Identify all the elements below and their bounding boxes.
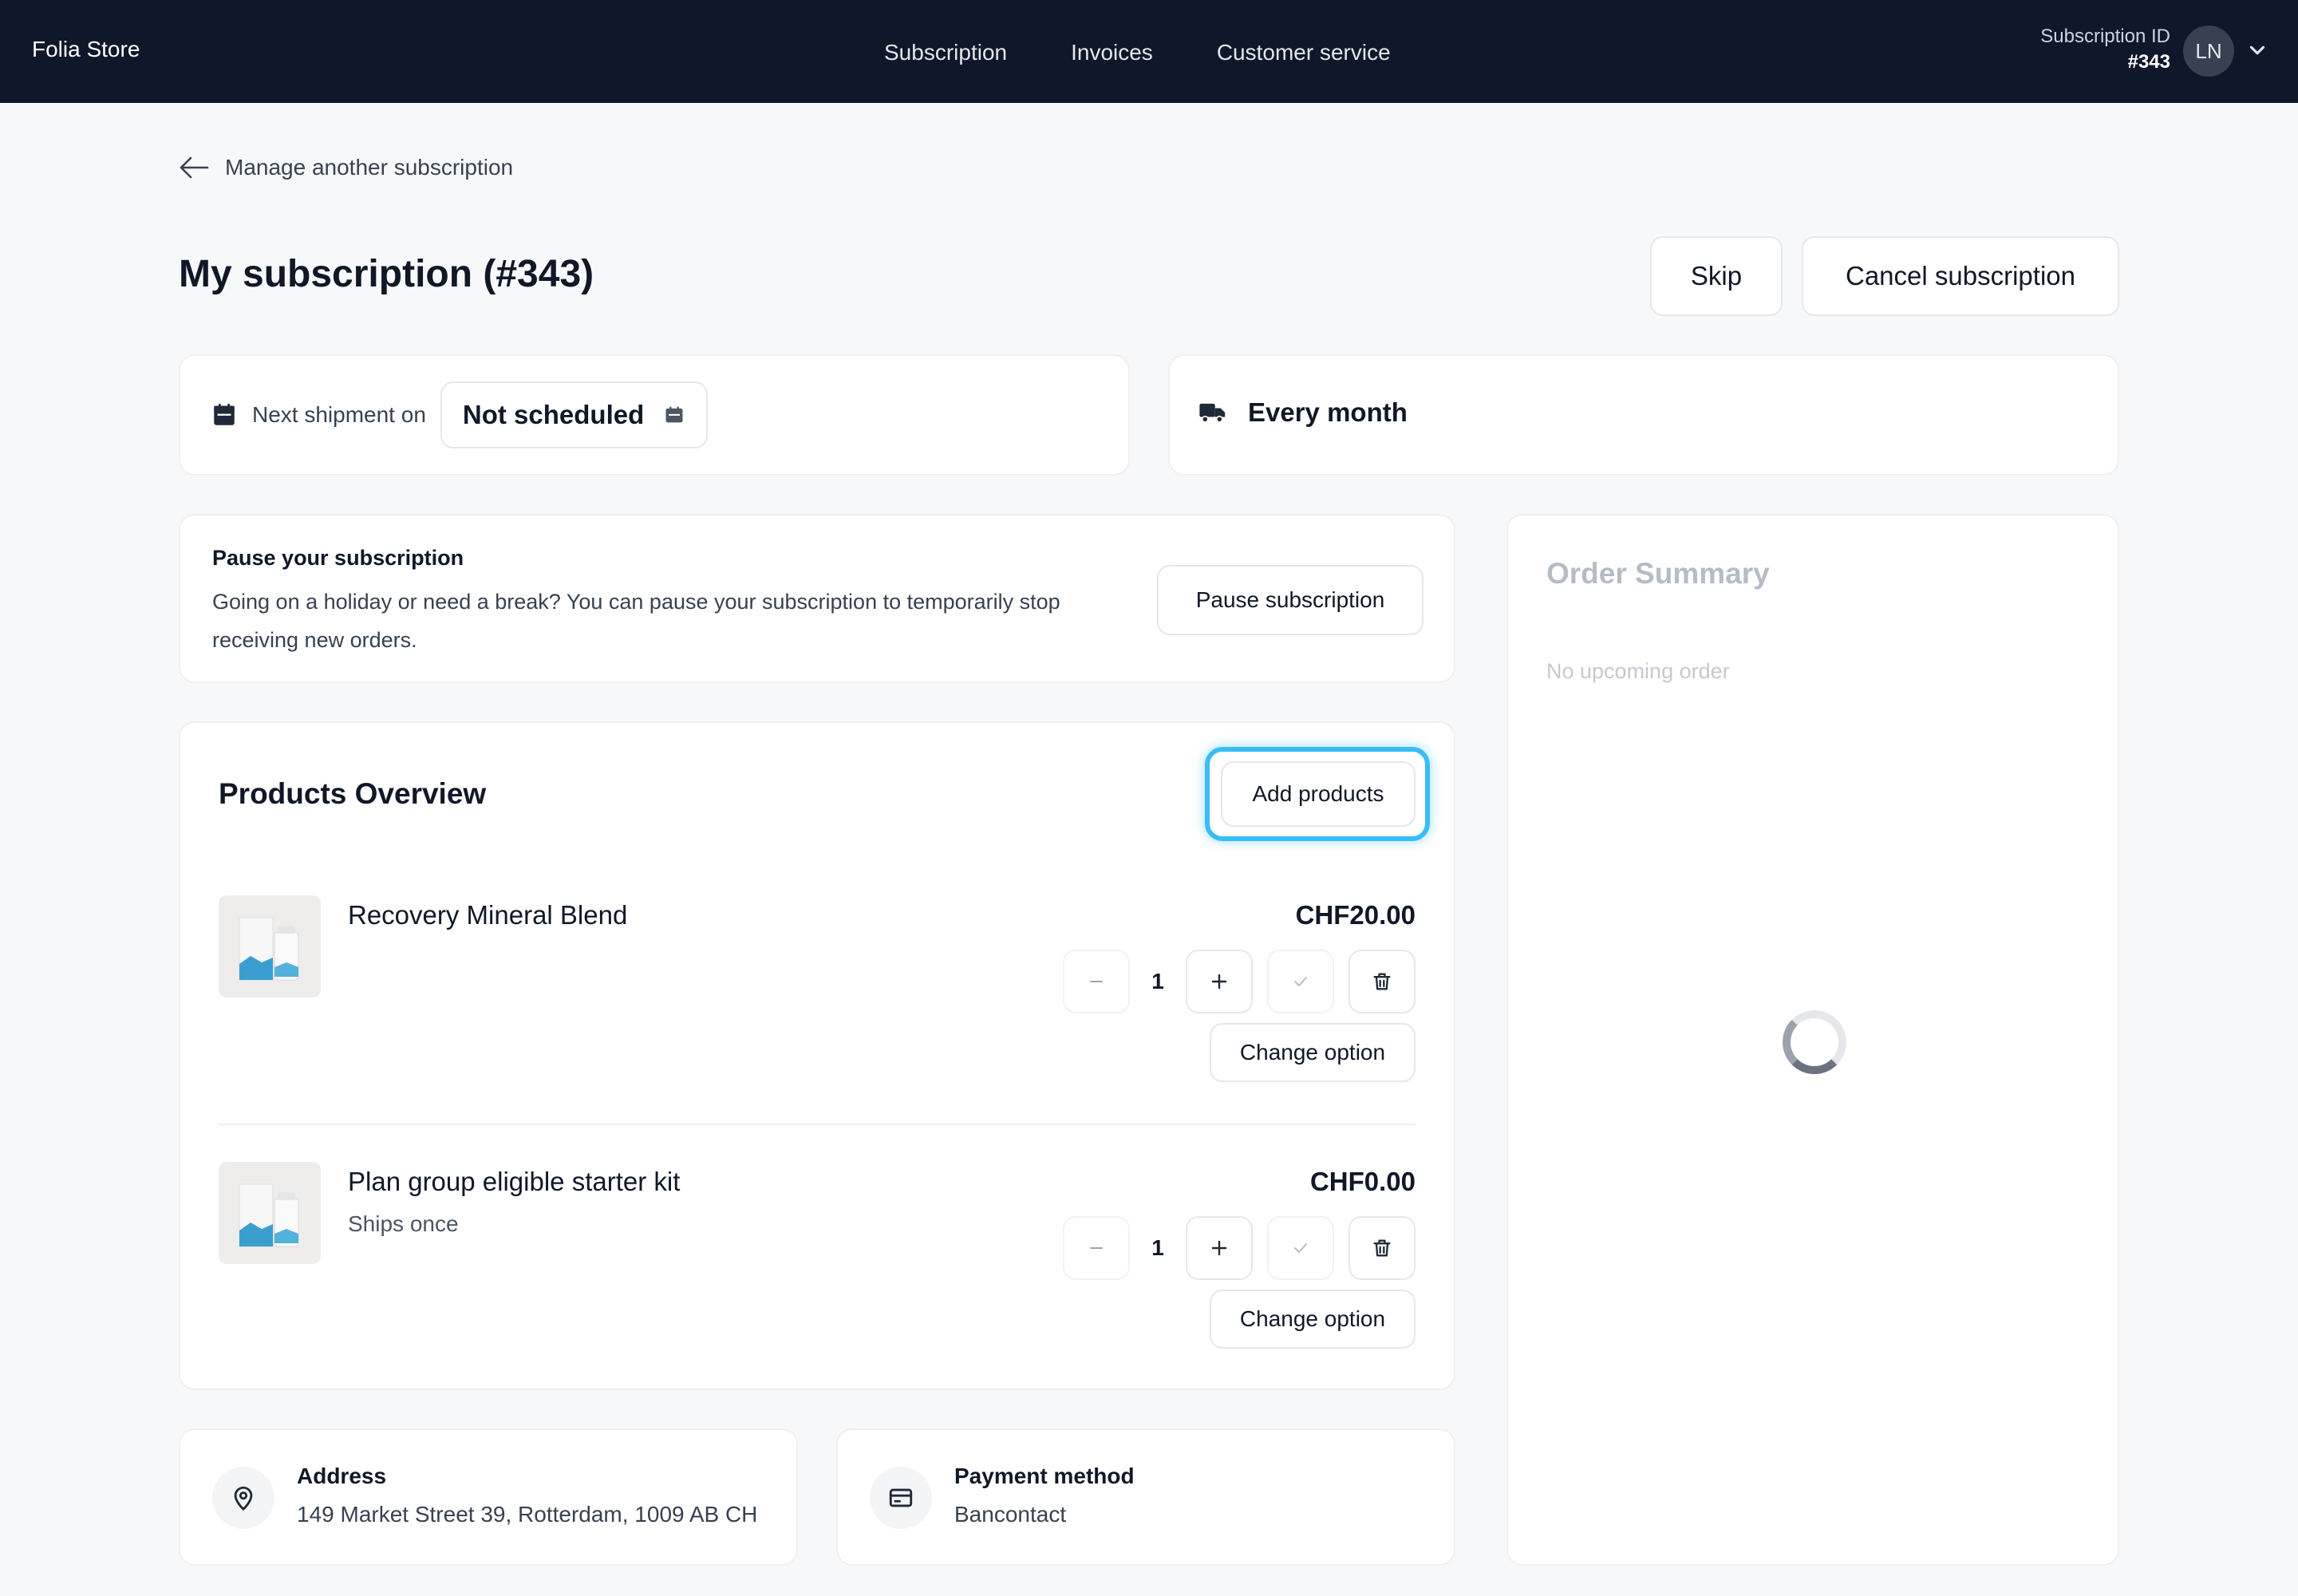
shipment-date-picker[interactable]: Not scheduled <box>440 381 709 448</box>
product-name: Recovery Mineral Blend <box>348 900 628 930</box>
subscription-id-display: Subscription ID #343 <box>2040 26 2170 73</box>
arrow-left-icon <box>180 156 209 179</box>
back-link[interactable]: Manage another subscription <box>179 155 513 180</box>
product-name: Plan group eligible starter kit <box>348 1167 681 1196</box>
pause-subscription-button[interactable]: Pause subscription <box>1157 565 1423 635</box>
product-price: CHF0.00 <box>1309 1167 1416 1196</box>
confirm-quantity-button[interactable] <box>1267 1216 1334 1280</box>
next-shipment-label: Next shipment on <box>252 402 426 427</box>
credit-card-icon <box>870 1467 932 1529</box>
product-image <box>219 1162 321 1264</box>
minus-icon <box>1090 1247 1103 1249</box>
trash-icon <box>1373 973 1391 990</box>
check-icon <box>1294 977 1307 986</box>
cancel-subscription-button[interactable]: Cancel subscription <box>1802 236 2119 316</box>
order-summary-panel: Order Summary No upcoming order <box>1506 514 2119 1566</box>
payment-method-card[interactable]: Payment method Bancontact <box>836 1428 1455 1566</box>
location-pin-icon <box>212 1467 274 1529</box>
increase-quantity-button[interactable] <box>1186 950 1253 1013</box>
loading-spinner-icon <box>1783 1010 1846 1074</box>
next-shipment-card: Next shipment on Not scheduled <box>179 354 1130 476</box>
trash-icon <box>1373 1239 1391 1257</box>
quantity-value[interactable]: 1 <box>1130 969 1186 994</box>
product-image <box>219 895 321 998</box>
main-nav: Subscription Invoices Customer service <box>884 40 1455 65</box>
product-row: Recovery Mineral Blend CHF20.00 1 Change… <box>219 895 1416 1135</box>
address-value: 149 Market Street 39, Rotterdam, 1009 AB… <box>297 1502 758 1527</box>
pause-title: Pause your subscription <box>212 546 464 570</box>
frequency-card[interactable]: Every month <box>1168 354 2119 476</box>
shipment-date-value: Not scheduled <box>462 400 645 429</box>
decrease-quantity-button[interactable] <box>1063 950 1130 1013</box>
subscription-id-value: #343 <box>2127 51 2170 73</box>
change-option-button[interactable]: Change option <box>1210 1290 1416 1349</box>
top-navigation-bar: Folia Store Subscription Invoices Custom… <box>0 0 2298 103</box>
payment-method-value: Bancontact <box>954 1502 1067 1527</box>
remove-product-button[interactable] <box>1348 950 1416 1013</box>
calendar-small-icon <box>665 406 683 423</box>
pause-subscription-card: Pause your subscription Going on a holid… <box>179 514 1455 683</box>
nav-subscription[interactable]: Subscription <box>884 40 1007 65</box>
change-option-button[interactable]: Change option <box>1210 1023 1416 1082</box>
order-summary-empty-state: No upcoming order <box>1546 659 1730 683</box>
plus-icon <box>1211 1240 1227 1256</box>
add-products-button[interactable]: Add products <box>1221 761 1416 827</box>
product-divider <box>219 1124 1416 1125</box>
minus-icon <box>1090 981 1103 982</box>
quantity-stepper: 1 <box>1063 1216 1416 1280</box>
nav-customer-service[interactable]: Customer service <box>1217 40 1391 65</box>
decrease-quantity-button[interactable] <box>1063 1216 1130 1280</box>
back-link-label: Manage another subscription <box>225 155 514 180</box>
product-subtitle: Ships once <box>348 1211 459 1236</box>
chevron-down-icon[interactable] <box>2245 38 2269 62</box>
address-card[interactable]: Address 149 Market Street 39, Rotterdam,… <box>179 1428 798 1566</box>
plus-icon <box>1211 974 1227 990</box>
calendar-icon <box>214 403 235 425</box>
address-title: Address <box>297 1464 387 1488</box>
order-summary-title: Order Summary <box>1546 557 1770 590</box>
confirm-quantity-button[interactable] <box>1267 950 1334 1013</box>
product-price: CHF20.00 <box>1295 900 1416 930</box>
remove-product-button[interactable] <box>1348 1216 1416 1280</box>
product-row: Plan group eligible starter kit Ships on… <box>219 1162 1416 1401</box>
increase-quantity-button[interactable] <box>1186 1216 1253 1280</box>
avatar[interactable]: LN <box>2183 26 2234 77</box>
payment-method-title: Payment method <box>954 1464 1135 1488</box>
truck-icon <box>1199 403 1226 423</box>
quantity-value[interactable]: 1 <box>1130 1235 1186 1261</box>
products-overview-title: Products Overview <box>219 777 487 810</box>
nav-invoices[interactable]: Invoices <box>1071 40 1153 65</box>
page-title: My subscription (#343) <box>179 253 594 295</box>
frequency-value: Every month <box>1248 397 1408 427</box>
pause-description: Going on a holiday or need a break? You … <box>212 590 1060 652</box>
quantity-stepper: 1 <box>1063 950 1416 1013</box>
subscription-id-label: Subscription ID <box>2040 26 2170 47</box>
skip-button[interactable]: Skip <box>1650 236 1783 316</box>
store-logo[interactable]: Folia Store <box>32 37 140 62</box>
products-overview-card: Products Overview Add products Recovery … <box>179 721 1455 1390</box>
check-icon <box>1294 1243 1307 1253</box>
add-products-focus-ring: Add products <box>1205 747 1430 841</box>
